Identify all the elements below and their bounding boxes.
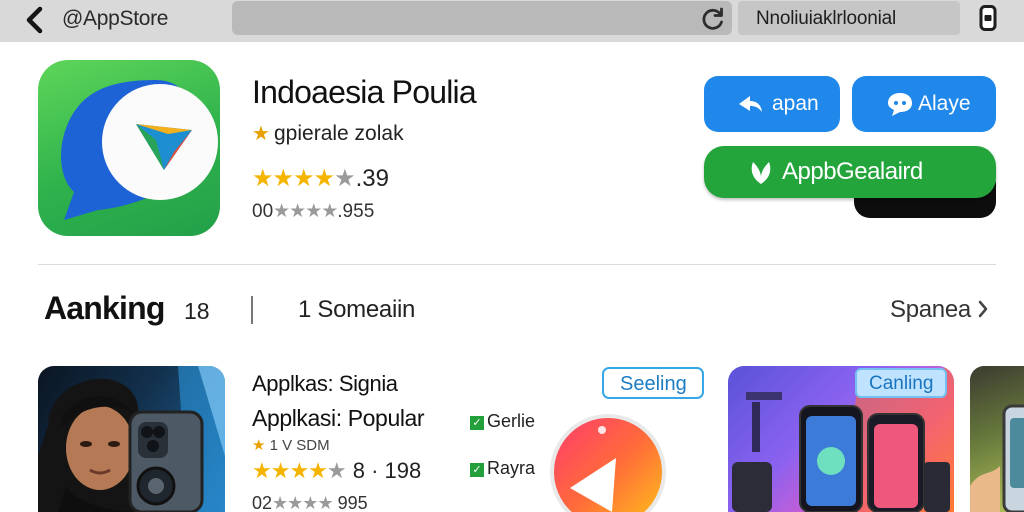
person-with-phone-image xyxy=(38,366,225,512)
alaye-button-label: Alaye xyxy=(918,92,971,115)
list-item-meta-text: 1 V SDM xyxy=(269,437,330,454)
open-button[interactable]: apan xyxy=(704,76,840,132)
ranking-separator xyxy=(251,296,253,324)
meta-star-icon: ★ xyxy=(252,437,266,454)
rating-row: ★★★★★.39 xyxy=(252,164,389,193)
open-button-label: apan xyxy=(772,92,819,115)
get-app-button[interactable]: AppbGealaird xyxy=(704,146,996,198)
list-item-thumbnail[interactable] xyxy=(38,366,225,512)
list-item-app-icon[interactable] xyxy=(546,410,666,512)
ranking-title: Aanking xyxy=(44,290,165,326)
list-item-reviews: 02★★★★ 995 xyxy=(252,493,368,512)
leaf-icon xyxy=(751,162,771,184)
chat-icon xyxy=(888,93,912,116)
address-bar[interactable] xyxy=(232,1,732,35)
phone-outdoor-image xyxy=(970,404,1024,512)
canling-tag[interactable]: Canling xyxy=(855,368,947,398)
checkmark-icon: ✓ xyxy=(470,416,484,430)
app-icon[interactable] xyxy=(38,60,220,236)
top-bar: @AppStore Nnoliuiaklrloonial xyxy=(0,0,1024,42)
chevron-right-icon xyxy=(979,300,988,318)
list-item-meta: ★ 1 V SDM xyxy=(252,436,330,454)
check-row-gerlie[interactable]: ✓ Gerlie xyxy=(470,411,535,432)
list-item-reviews-value: 995 xyxy=(337,493,368,512)
reviews-prefix: 00 xyxy=(252,201,274,222)
check-label-rayra: Rayra xyxy=(487,458,536,478)
list-item-rating-stars: ★★★★ xyxy=(252,458,328,483)
rating-star-empty: ★ xyxy=(334,165,356,192)
alaye-button[interactable]: Alaye xyxy=(852,76,996,132)
ranking-count: 18 xyxy=(184,298,210,324)
see-all-label: Spanea xyxy=(890,296,971,323)
share-icon xyxy=(739,96,762,112)
back-button[interactable] xyxy=(18,4,52,36)
developer-row[interactable]: ★ gpierale zolak xyxy=(252,121,404,146)
get-app-button-label: AppbGealaird xyxy=(782,158,923,185)
reviews-row: 00★★★★.955 xyxy=(252,200,374,223)
store-label: @AppStore xyxy=(62,7,169,30)
list-item-reviews-prefix: 02 xyxy=(252,493,273,512)
section-divider xyxy=(38,264,996,265)
check-row-rayra[interactable]: ✓ Rayra xyxy=(470,458,535,479)
list-item-reviews-stars: ★★★★ xyxy=(272,493,334,512)
account-chip[interactable]: Nnoliuiaklrloonial xyxy=(738,1,960,35)
check-label-gerlie: Gerlie xyxy=(487,411,536,431)
list-item-rating-star-empty: ★ xyxy=(326,458,347,483)
rating-value: .39 xyxy=(355,165,389,192)
developer-badge-icon: ★ xyxy=(252,123,270,145)
reload-icon[interactable] xyxy=(700,6,726,32)
developer-name: gpierale zolak xyxy=(274,122,404,145)
checkmark-icon: ✓ xyxy=(470,463,484,477)
list-item-rating: ★★★★★ 8 · 198 xyxy=(252,458,421,484)
chat-bubble-logo-icon xyxy=(61,80,218,220)
chevron-left-icon xyxy=(26,6,43,34)
list-item-title[interactable]: Applkas: Signia xyxy=(252,371,398,397)
reviews-value: .955 xyxy=(337,201,375,222)
list-item-subtitle: Applkasi: Popular xyxy=(252,405,425,431)
app-title: Indoaesia Poulia xyxy=(252,74,477,110)
see-all-link[interactable]: Spanea xyxy=(890,296,989,324)
seeling-tag[interactable]: Seeling xyxy=(602,367,704,399)
color-ring-logo-icon xyxy=(550,414,666,512)
list-item-thumbnail[interactable] xyxy=(970,366,1024,512)
reviews-stars: ★★★★ xyxy=(273,201,338,222)
ranking-subtitle: 1 Someaiin xyxy=(298,296,416,323)
phone-icon[interactable] xyxy=(979,5,997,31)
rating-stars: ★★★★ xyxy=(252,165,335,192)
list-item-rating-value: 8 · 198 xyxy=(352,458,422,483)
